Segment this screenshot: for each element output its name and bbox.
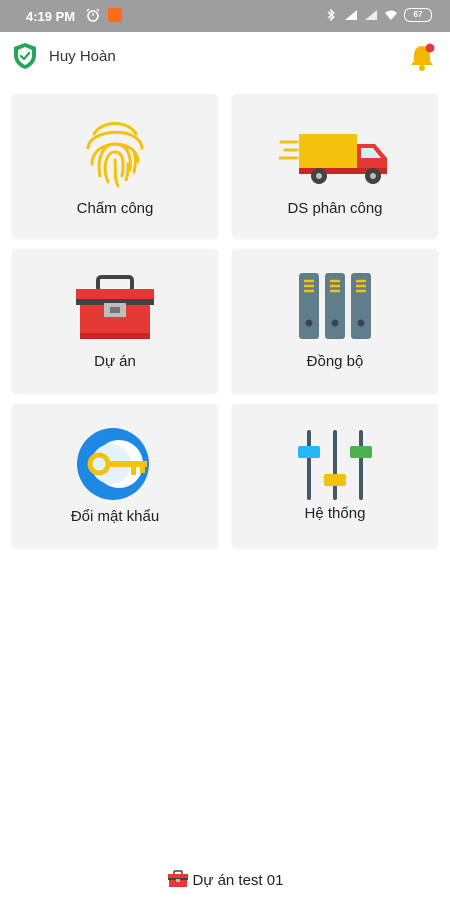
status-icons: 67 [324, 8, 432, 22]
menu-label: Chấm công [76, 200, 154, 217]
menu-tile-change-password[interactable]: Đổi mật khẩu [12, 404, 218, 548]
key-icon [77, 428, 149, 500]
bell-icon[interactable] [408, 42, 436, 72]
menu-label: Dự án [94, 353, 136, 370]
menu-tile-system[interactable]: Hệ thống [232, 404, 438, 548]
menu-tile-attendance[interactable]: Chấm công [12, 94, 218, 238]
status-bar: 4:19 PM 67 [0, 0, 450, 32]
current-project-footer[interactable]: Dự án test 01 [0, 870, 450, 889]
menu-label: DS phân công [287, 200, 383, 217]
shield-check-icon [14, 43, 36, 69]
menu-tile-projects[interactable]: Dự án [12, 249, 218, 393]
footer-project-name: Dự án test 01 [192, 872, 284, 889]
menu-label: Đổi mật khẩu [70, 508, 160, 525]
sliders-icon [298, 430, 372, 500]
menu-tile-assignment-list[interactable]: DS phân công [232, 94, 438, 238]
app-header: Huy Hoàn [0, 32, 450, 82]
alarm-icon [86, 8, 100, 22]
menu-label: Hệ thống [304, 505, 366, 522]
menu-tile-sync[interactable]: Đồng bộ [232, 249, 438, 393]
toolbox-icon [76, 275, 154, 339]
signal-icon [345, 10, 357, 20]
server-binders-icon [299, 273, 371, 339]
status-time: 4:19 PM [26, 9, 76, 24]
delivery-truck-icon [279, 134, 387, 184]
toolbox-icon [167, 870, 188, 887]
signal-icon [365, 10, 377, 20]
battery-icon: 67 [404, 8, 432, 22]
user-name: Huy Hoàn [49, 48, 116, 65]
bluetooth-icon [327, 9, 335, 21]
menu-label: Đồng bộ [306, 353, 364, 370]
fingerprint-icon [86, 122, 144, 188]
notification-app-icon [108, 8, 122, 22]
wifi-icon [385, 10, 397, 20]
